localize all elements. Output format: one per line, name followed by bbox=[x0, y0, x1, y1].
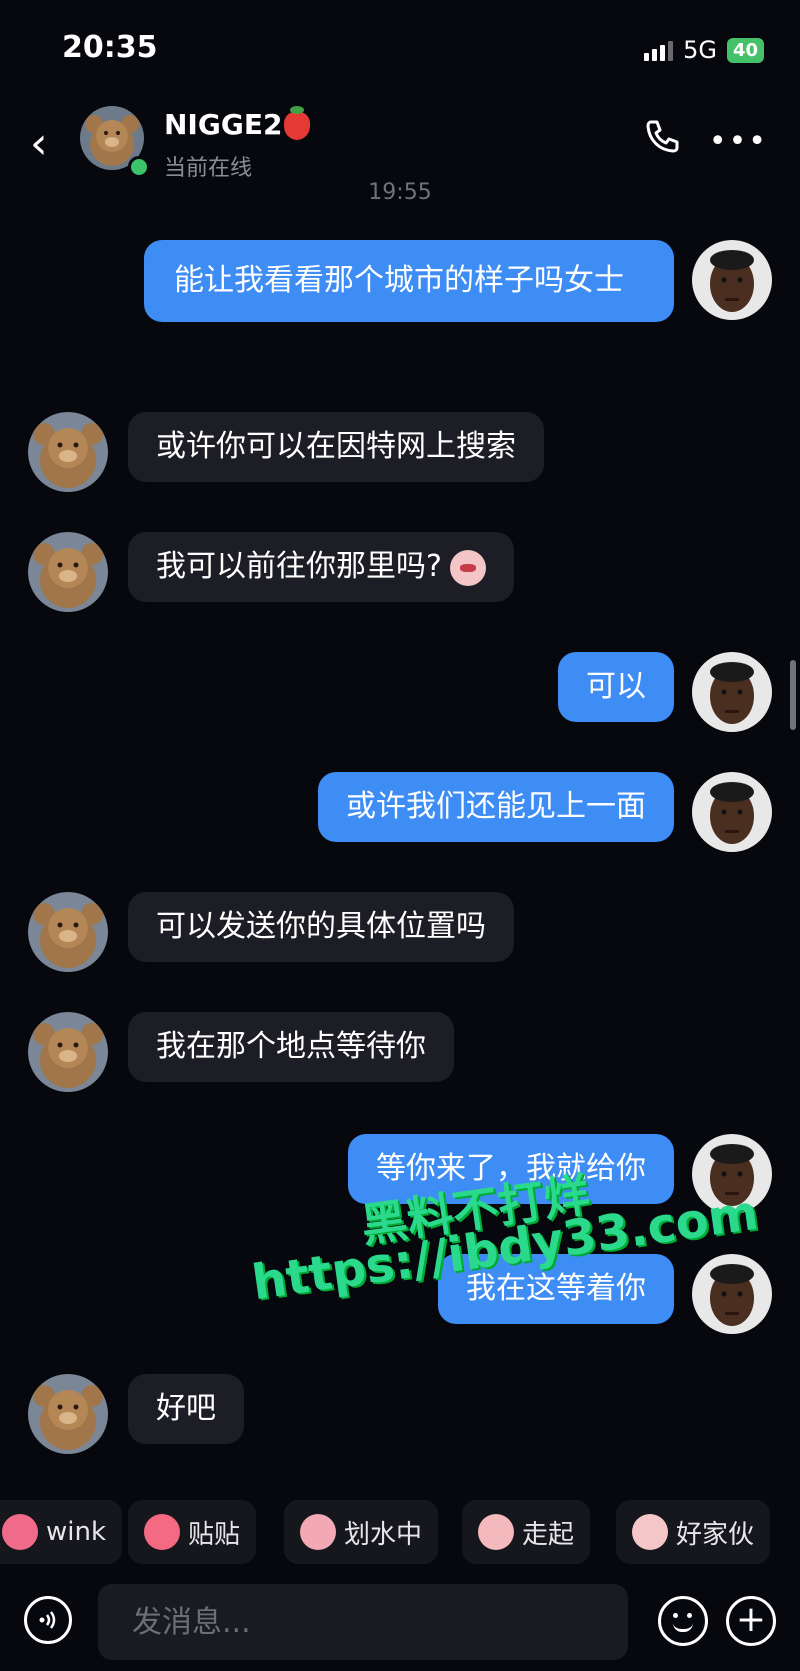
my-avatar[interactable] bbox=[692, 1134, 772, 1214]
incoming-message-bubble[interactable]: 可以发送你的具体位置吗 bbox=[128, 892, 514, 962]
status-time: 20:35 bbox=[62, 30, 158, 65]
incoming-message-bubble[interactable]: 我可以前往你那里吗? bbox=[128, 532, 514, 602]
quick-sticker-bar: wink 贴贴 划水中 走起 好家伙 bbox=[0, 1494, 800, 1574]
incoming-message-bubble[interactable]: 或许你可以在因特网上搜索 bbox=[128, 412, 544, 482]
contact-avatar[interactable] bbox=[28, 892, 108, 972]
voice-input-button[interactable] bbox=[24, 1596, 72, 1644]
network-label: 5G bbox=[683, 36, 717, 64]
chip-label: wink bbox=[46, 1517, 107, 1547]
quick-sticker-huashui[interactable]: 划水中 bbox=[284, 1500, 439, 1564]
more-options-icon[interactable]: ••• bbox=[709, 124, 768, 159]
quick-sticker-wink[interactable]: wink bbox=[0, 1500, 123, 1564]
battery-indicator: 40 bbox=[726, 37, 764, 63]
scrollbar[interactable] bbox=[790, 660, 796, 730]
outgoing-message-bubble[interactable]: 可以 bbox=[558, 652, 674, 722]
my-avatar[interactable] bbox=[692, 1254, 772, 1334]
my-avatar[interactable] bbox=[692, 240, 772, 320]
contact-avatar[interactable] bbox=[28, 412, 108, 492]
status-indicators: 5G 40 bbox=[644, 36, 764, 64]
chip-label: 贴贴 bbox=[188, 1519, 241, 1550]
wink-sticker-icon bbox=[2, 1514, 38, 1550]
slacking-sticker-icon bbox=[300, 1514, 336, 1550]
my-avatar[interactable] bbox=[692, 652, 772, 732]
voice-icon bbox=[39, 1611, 56, 1629]
contact-avatar[interactable] bbox=[28, 532, 108, 612]
outgoing-message-bubble[interactable]: 或许我们还能见上一面 bbox=[318, 772, 674, 842]
contact-name: NIGGE2 bbox=[164, 106, 311, 141]
time-divider: 19:55 bbox=[368, 180, 432, 205]
chip-label: 好家伙 bbox=[676, 1519, 755, 1550]
chip-label: 走起 bbox=[522, 1519, 575, 1550]
presence-status: 当前在线 bbox=[164, 156, 253, 181]
wow-sticker-icon bbox=[632, 1514, 668, 1550]
outgoing-message-bubble[interactable]: 能让我看看那个城市的样子吗女士 bbox=[144, 240, 674, 322]
quick-sticker-tietie[interactable]: 贴贴 bbox=[128, 1500, 257, 1564]
sticker-icon bbox=[449, 549, 486, 586]
phone-call-icon[interactable] bbox=[642, 116, 682, 156]
message-input-bar: + bbox=[0, 1584, 800, 1671]
outgoing-message-bubble[interactable]: 等你来了，我就给你 bbox=[348, 1134, 674, 1204]
quick-sticker-haojiahuo[interactable]: 好家伙 bbox=[616, 1500, 771, 1564]
chat-header: ‹ NIGGE2 当前在线 ••• bbox=[0, 100, 800, 190]
add-attachment-button[interactable]: + bbox=[726, 1596, 776, 1646]
incoming-message-bubble[interactable]: 好吧 bbox=[128, 1374, 244, 1444]
quick-sticker-zouqi[interactable]: 走起 bbox=[462, 1500, 591, 1564]
contact-avatar[interactable] bbox=[28, 1012, 108, 1092]
contact-avatar[interactable] bbox=[28, 1374, 108, 1454]
strawberry-icon bbox=[284, 106, 311, 140]
emoji-button[interactable] bbox=[658, 1596, 708, 1646]
hug-sticker-icon bbox=[144, 1514, 180, 1550]
online-status-dot bbox=[128, 156, 150, 178]
chip-label: 划水中 bbox=[344, 1519, 423, 1550]
my-avatar[interactable] bbox=[692, 772, 772, 852]
sunglasses-sticker-icon bbox=[478, 1514, 514, 1550]
outgoing-message-bubble[interactable]: 我在这等着你 bbox=[438, 1254, 674, 1324]
back-icon[interactable]: ‹ bbox=[30, 122, 48, 166]
signal-icon bbox=[644, 39, 674, 61]
incoming-message-bubble[interactable]: 我在那个地点等待你 bbox=[128, 1012, 454, 1082]
message-text: 我可以前往你那里吗? bbox=[156, 549, 442, 584]
message-input[interactable] bbox=[98, 1584, 628, 1660]
